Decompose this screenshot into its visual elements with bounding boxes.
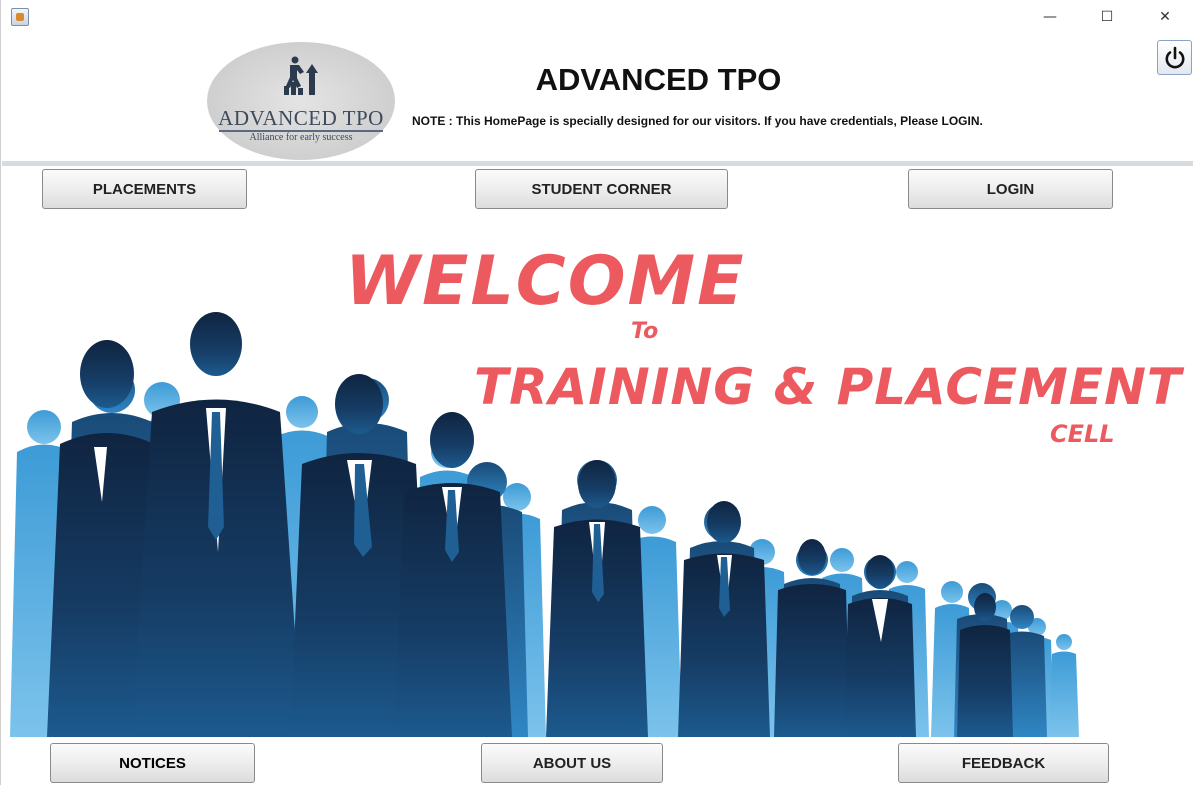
visitor-note: NOTE : This HomePage is specially design… bbox=[412, 114, 983, 128]
feedback-button[interactable]: FEEDBACK bbox=[898, 743, 1109, 783]
minimize-icon: — bbox=[1043, 9, 1057, 25]
close-icon: ✕ bbox=[1159, 9, 1171, 25]
welcome-heading: WELCOME bbox=[345, 242, 746, 321]
app-window: — ☐ ✕ ADVANCED TPO Alliance for early su… bbox=[0, 0, 1193, 785]
logo-tagline: Alliance for early success bbox=[249, 132, 353, 143]
student-corner-button[interactable]: STUDENT CORNER bbox=[475, 169, 728, 209]
hero-banner: WELCOME To TRAINING & PLACEMENT CELL bbox=[2, 222, 1193, 737]
minimize-button[interactable]: — bbox=[1028, 4, 1072, 30]
maximize-button[interactable]: ☐ bbox=[1085, 4, 1129, 30]
logo: ADVANCED TPO Alliance for early success bbox=[207, 42, 395, 160]
title-bar: — ☐ ✕ bbox=[1, 0, 1193, 34]
close-window-button[interactable]: ✕ bbox=[1143, 4, 1187, 30]
cell-text: CELL bbox=[1050, 420, 1115, 448]
page-title: ADVANCED TPO bbox=[535, 62, 782, 97]
header-divider bbox=[2, 161, 1193, 166]
about-us-button[interactable]: ABOUT US bbox=[481, 743, 663, 783]
placements-button[interactable]: PLACEMENTS bbox=[42, 169, 247, 209]
logo-title: ADVANCED TPO bbox=[218, 106, 384, 130]
growth-chart-icon bbox=[284, 56, 318, 95]
java-app-icon[interactable] bbox=[11, 8, 29, 26]
notices-button[interactable]: NOTICES bbox=[50, 743, 255, 783]
power-icon bbox=[1165, 46, 1184, 68]
power-button[interactable] bbox=[1157, 40, 1192, 75]
training-placement-heading: TRAINING & PLACEMENT bbox=[474, 358, 1183, 416]
login-button[interactable]: LOGIN bbox=[908, 169, 1113, 209]
welcome-to-text: To bbox=[631, 319, 659, 344]
maximize-icon: ☐ bbox=[1100, 9, 1114, 25]
